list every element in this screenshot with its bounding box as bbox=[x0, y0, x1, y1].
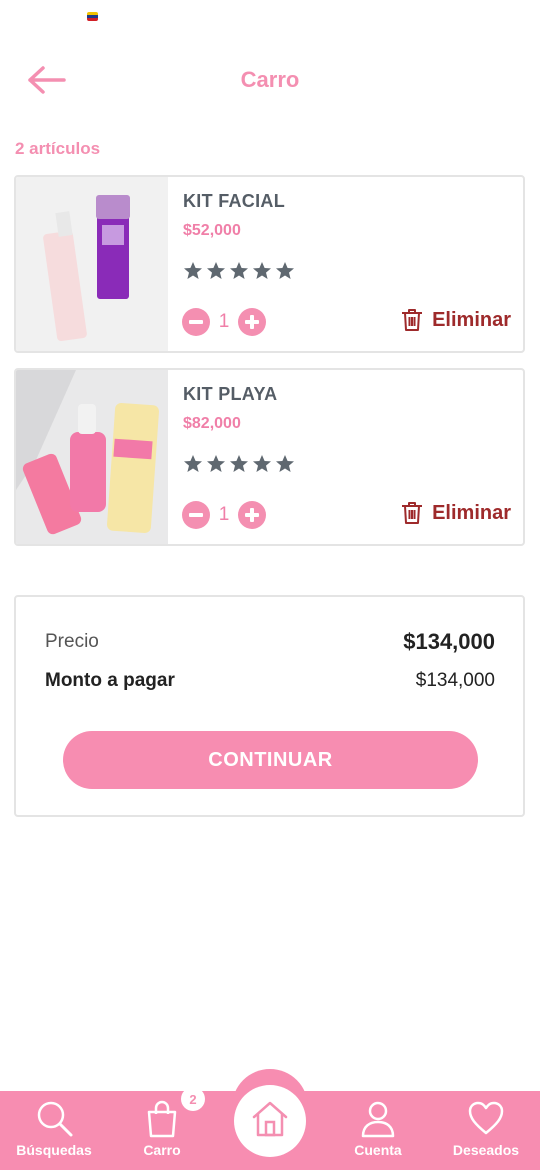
remove-label: Eliminar bbox=[432, 308, 511, 331]
price-label: Precio bbox=[45, 631, 99, 652]
page-title: Carro bbox=[240, 67, 300, 92]
decrease-quantity-button[interactable] bbox=[182, 501, 210, 529]
product-name: KIT PLAYA bbox=[183, 384, 278, 404]
product-rating bbox=[183, 454, 295, 474]
shopping-bag-icon bbox=[147, 1100, 177, 1138]
nav-label-wishlist: Deseados bbox=[452, 1142, 520, 1158]
heart-icon bbox=[468, 1101, 504, 1135]
nav-item-search[interactable]: Búsquedas bbox=[4, 1091, 104, 1170]
remove-item-button[interactable]: Eliminar bbox=[401, 308, 511, 332]
quantity-stepper: 1 bbox=[182, 501, 266, 529]
quantity-stepper: 1 bbox=[182, 308, 266, 336]
quantity-value: 1 bbox=[218, 504, 230, 525]
product-image-kit-facial bbox=[16, 177, 168, 351]
product-image-kit-playa bbox=[16, 370, 168, 544]
total-label: Monto a pagar bbox=[45, 670, 175, 691]
minus-icon bbox=[189, 513, 203, 517]
star-icon bbox=[253, 455, 271, 472]
nav-item-account[interactable]: Cuenta bbox=[328, 1091, 428, 1170]
product-price: $82,000 bbox=[183, 415, 241, 432]
product-name: KIT FACIAL bbox=[183, 191, 285, 211]
total-row: Monto a pagar $134,000 bbox=[45, 670, 495, 692]
cart-item: KIT FACIAL $52,000 1 Eliminar bbox=[14, 175, 525, 353]
price-value: $134,000 bbox=[403, 629, 495, 654]
star-icon bbox=[207, 262, 225, 279]
nav-label-cart: Carro bbox=[143, 1142, 181, 1158]
nav-label-search: Búsquedas bbox=[16, 1142, 92, 1158]
star-icon bbox=[253, 262, 271, 279]
total-value: $134,000 bbox=[415, 670, 495, 691]
star-icon bbox=[230, 262, 248, 279]
star-icon bbox=[184, 262, 202, 279]
star-icon bbox=[230, 455, 248, 472]
increase-quantity-button[interactable] bbox=[238, 501, 266, 529]
order-summary: Precio $134,000 Monto a pagar $134,000 C… bbox=[14, 595, 525, 817]
remove-item-button[interactable]: Eliminar bbox=[401, 501, 511, 525]
cart-count-badge: 2 bbox=[181, 1087, 205, 1111]
remove-label: Eliminar bbox=[432, 501, 511, 524]
items-count: 2 artículos bbox=[15, 139, 101, 158]
star-icon bbox=[184, 455, 202, 472]
home-icon bbox=[252, 1101, 288, 1137]
star-icon bbox=[276, 262, 294, 279]
increase-quantity-button[interactable] bbox=[238, 308, 266, 336]
home-button[interactable] bbox=[234, 1085, 306, 1157]
product-rating bbox=[183, 261, 295, 281]
continue-button[interactable]: CONTINUAR bbox=[63, 731, 478, 789]
search-icon bbox=[37, 1101, 73, 1137]
price-row: Precio $134,000 bbox=[45, 629, 495, 655]
product-price: $52,000 bbox=[183, 222, 241, 239]
header: Carro bbox=[0, 55, 540, 105]
minus-icon bbox=[189, 320, 203, 324]
quantity-value: 1 bbox=[218, 311, 230, 332]
nav-item-wishlist[interactable]: Deseados bbox=[436, 1091, 536, 1170]
trash-icon bbox=[402, 309, 423, 331]
cart-item: KIT PLAYA $82,000 1 Eliminar bbox=[14, 368, 525, 546]
nav-label-account: Cuenta bbox=[354, 1142, 402, 1158]
status-flag-icon bbox=[87, 12, 98, 21]
user-icon bbox=[361, 1101, 395, 1138]
decrease-quantity-button[interactable] bbox=[182, 308, 210, 336]
trash-icon bbox=[402, 502, 423, 524]
star-icon bbox=[207, 455, 225, 472]
star-icon bbox=[276, 455, 294, 472]
